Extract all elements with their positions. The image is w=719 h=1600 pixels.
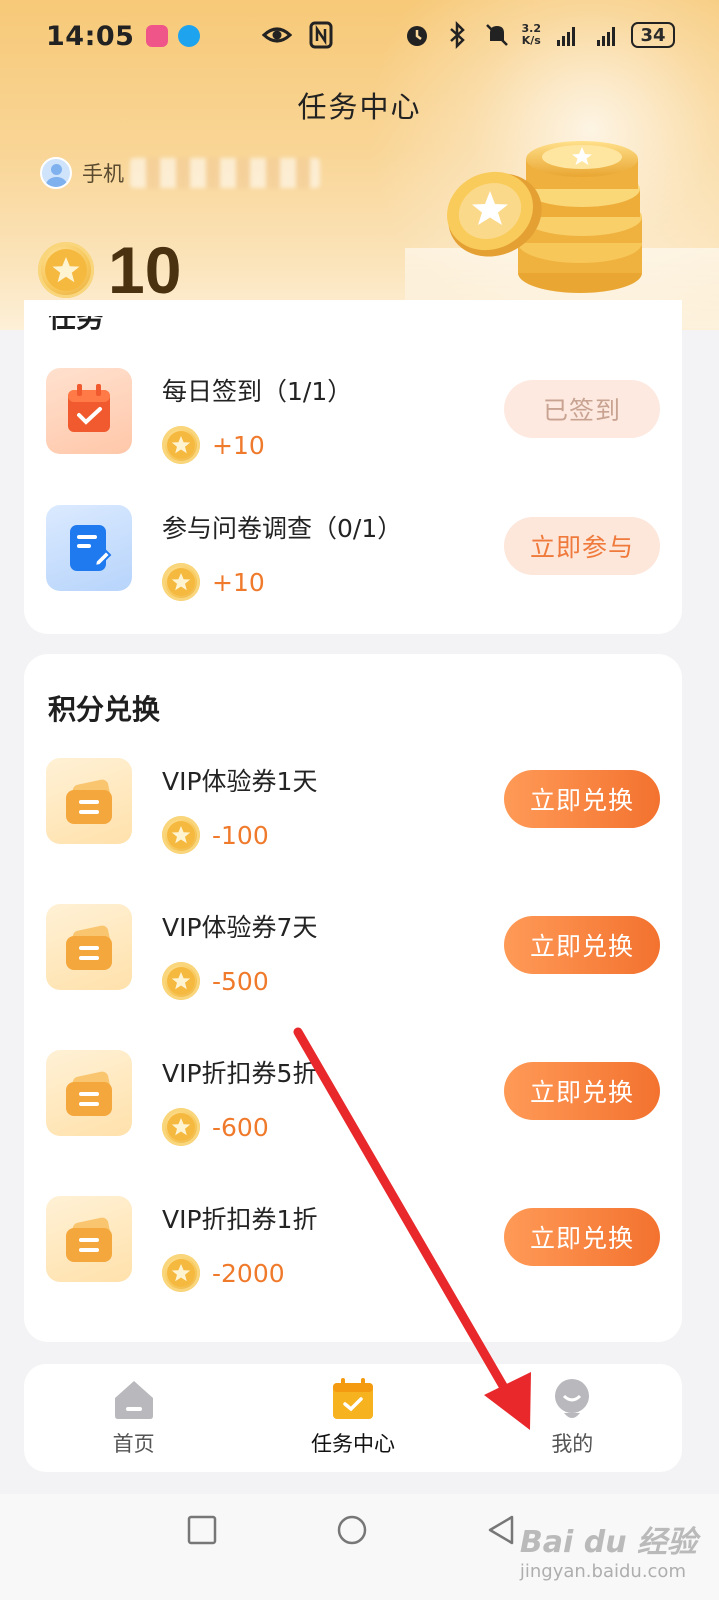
exchange-cost: -2000 <box>162 1254 285 1292</box>
ticket-icon <box>66 1217 112 1262</box>
watermark-url: jingyan.baidu.com <box>519 1561 686 1582</box>
exchange-cost-value: -100 <box>212 820 269 850</box>
task-icon-tile <box>46 505 132 591</box>
eye-icon <box>262 27 292 43</box>
redeem-button[interactable]: 立即兑换 <box>504 1208 660 1266</box>
alarm-icon <box>406 26 427 46</box>
signal-icon <box>557 27 575 46</box>
coin-icon <box>162 962 200 1000</box>
profile-icon <box>555 1379 590 1418</box>
app-notification-icon-2 <box>178 25 201 47</box>
ticket-icon <box>66 779 112 824</box>
tab-task-center[interactable]: 任务中心 <box>243 1364 462 1472</box>
bluetooth-icon <box>449 20 465 50</box>
checked-in-button[interactable]: 已签到 <box>504 380 660 438</box>
task-title: 参与问卷调查（0/1） <box>162 514 403 543</box>
tab-label: 首页 <box>112 1432 155 1456</box>
watermark-brand: Bai du 经验 <box>519 1525 697 1560</box>
points-value: 10 <box>108 233 182 307</box>
exchange-cost-value: -600 <box>212 1112 269 1142</box>
tab-label: 我的 <box>551 1432 594 1456</box>
coin-icon <box>162 563 200 601</box>
task-reward: +10 <box>162 563 265 601</box>
join-survey-button[interactable]: 立即参与 <box>504 517 660 575</box>
task-item: 每日签到（1/1） +10 已签到 <box>46 368 660 468</box>
ticket-icon <box>66 925 112 970</box>
recent-apps-icon[interactable] <box>186 1514 218 1546</box>
redeem-button[interactable]: 立即兑换 <box>504 770 660 828</box>
status-time: 14:05 <box>46 20 135 52</box>
avatar[interactable] <box>40 157 72 189</box>
exchange-title: VIP体验券7天 <box>162 913 318 942</box>
ticket-icon-tile <box>46 758 132 844</box>
ticket-icon <box>66 1071 112 1116</box>
exchange-item: VIP体验券7天 -500 立即兑换 <box>46 904 660 1004</box>
redeem-button[interactable]: 立即兑换 <box>504 916 660 974</box>
coin-icon <box>162 426 200 464</box>
calendar-tab-icon <box>332 1378 373 1419</box>
back-nav-icon[interactable] <box>486 1514 518 1546</box>
exchange-item: VIP体验券1天 -100 立即兑换 <box>46 758 660 858</box>
task-reward: +10 <box>162 426 265 464</box>
exchange-cost: -600 <box>162 1108 269 1146</box>
app-notification-icon <box>146 25 169 47</box>
battery-icon: 34 <box>631 22 675 48</box>
ticket-icon-tile <box>46 904 132 990</box>
tab-mine[interactable]: 我的 <box>463 1364 682 1472</box>
exchange-cost-value: -500 <box>212 966 269 996</box>
coin-icon <box>38 242 94 298</box>
home-icon <box>114 1381 153 1419</box>
page-title: 任务中心 <box>297 90 422 124</box>
task-icon-tile <box>46 368 132 454</box>
task-reward-value: +10 <box>212 430 265 460</box>
exchange-cost: -100 <box>162 816 269 854</box>
exchange-cost: -500 <box>162 962 269 1000</box>
calendar-check-icon <box>68 384 110 432</box>
task-title: 每日签到（1/1） <box>162 377 353 406</box>
user-name: 手机 <box>82 162 124 186</box>
exchange-item: VIP折扣券5折 -600 立即兑换 <box>46 1050 660 1150</box>
coin-stack-illustration <box>447 141 642 293</box>
task-reward-value: +10 <box>212 567 265 597</box>
survey-doc-icon <box>70 525 112 571</box>
tasks-card: 每日签到（1/1） +10 已签到 参与问卷调查（0/1） +10 立即参与 <box>24 300 682 634</box>
ticket-icon-tile <box>46 1196 132 1282</box>
exchange-title: VIP体验券1天 <box>162 767 318 796</box>
home-nav-icon[interactable] <box>336 1514 368 1546</box>
coin-icon <box>162 816 200 854</box>
points-display: 10 <box>38 232 181 308</box>
task-item: 参与问卷调查（0/1） +10 立即参与 <box>46 505 660 605</box>
user-phone-blurred <box>130 158 320 188</box>
exchange-item: VIP折扣券1折 -2000 立即兑换 <box>46 1196 660 1296</box>
coin-icon <box>162 1108 200 1146</box>
exchange-card: 积分兑换 VIP体验券1天 -100 立即兑换 VIP体验券7天 -500 立即… <box>24 654 682 1342</box>
redeem-button[interactable]: 立即兑换 <box>504 1062 660 1120</box>
mute-bell-icon <box>485 24 508 46</box>
exchange-section-title: 积分兑换 <box>48 693 161 726</box>
bottom-tab-bar: 首页 任务中心 我的 <box>24 1364 682 1472</box>
watermark: Bai du 经验 jingyan.baidu.com <box>520 1517 697 1582</box>
coin-icon <box>162 1254 200 1292</box>
tab-home[interactable]: 首页 <box>24 1364 243 1472</box>
signal-icon-2 <box>597 27 615 46</box>
tab-label: 任务中心 <box>310 1432 395 1456</box>
user-row[interactable]: 手机 <box>40 157 320 189</box>
exchange-title: VIP折扣券5折 <box>162 1059 318 1088</box>
ticket-icon-tile <box>46 1050 132 1136</box>
net-speed: 3.2 K/s <box>521 22 542 47</box>
header: 14:05 3.2 K/s 34 任务中心 手机 10 <box>0 0 719 330</box>
exchange-cost-value: -2000 <box>212 1258 285 1288</box>
nfc-icon <box>309 21 333 49</box>
exchange-title: VIP折扣券1折 <box>162 1205 318 1234</box>
